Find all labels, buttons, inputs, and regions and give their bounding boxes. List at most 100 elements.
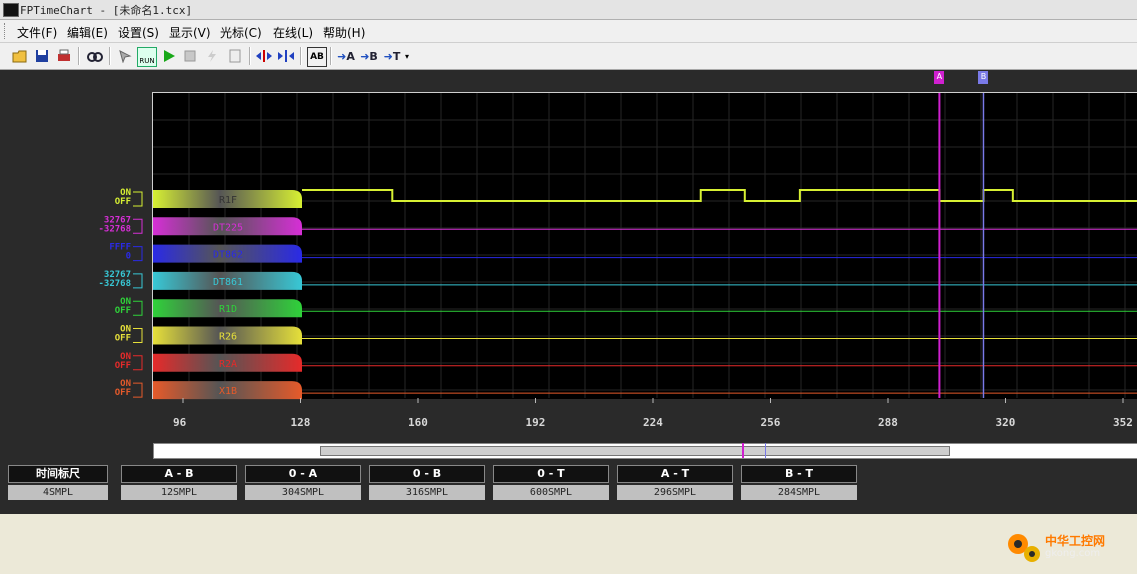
menu-grip [4, 23, 8, 39]
signal-name-dt861: DT861 [213, 277, 243, 288]
gear-icon [1008, 534, 1040, 562]
signal-bottom-label: OFF [115, 361, 131, 371]
pointer-icon[interactable] [116, 47, 134, 65]
status-box: A - B 12SMPL [121, 465, 237, 500]
menu-cursor[interactable]: 光标(C) [220, 24, 262, 41]
status-value: 600SMPL [493, 485, 609, 500]
window-title: FPTimeChart - [未命名1.tcx] [20, 4, 193, 17]
flash-icon[interactable] [203, 47, 221, 65]
ab-label: AB [310, 52, 324, 62]
status-label: 0 - T [493, 465, 609, 483]
signal-scale-bracket [133, 218, 143, 234]
search-icon[interactable] [86, 47, 104, 65]
goto-t-label: T [392, 49, 401, 63]
axis-tick-label: 192 [525, 416, 546, 429]
signal-scale-bracket [133, 246, 143, 262]
menu-help[interactable]: 帮助(H) [323, 24, 365, 41]
toolbar: RUN AB ➜ A ➜ B ➜ T ▾ [0, 43, 1137, 70]
toolbar-separator [249, 47, 251, 65]
save-icon[interactable] [33, 47, 51, 65]
run-label: RUN [139, 57, 155, 65]
status-value: 304SMPL [245, 485, 361, 500]
axis-tick-label: 256 [760, 416, 781, 429]
timechart-svg: R1FONOFFDT22532767-32768DT862FFFF0DT8613… [98, 93, 1137, 403]
toolbar-separator [109, 47, 111, 65]
ab-icon[interactable]: AB [307, 47, 327, 67]
status-box: 0 - B 316SMPL [369, 465, 485, 500]
toolbar-separator [330, 47, 332, 65]
signal-name-x1b: X1B [219, 386, 237, 397]
timechart-panel: R1F ON OFF DT225 32767 -32768 DT862 FFFF 0 DT861 3… [0, 70, 1137, 562]
cursor-right-icon[interactable] [277, 47, 295, 65]
status-label: A - T [617, 465, 733, 483]
run-icon[interactable]: RUN [137, 47, 157, 67]
axis-tick-label: 160 [408, 416, 428, 429]
menu-edit[interactable]: 编辑(E) [67, 24, 108, 41]
logo-line1: 中华工控网 [1045, 534, 1106, 548]
axis-tick-label: 352 [1113, 416, 1133, 429]
menu-online[interactable]: 在线(L) [273, 24, 313, 41]
status-box: 0 - T 600SMPL [493, 465, 609, 500]
app-icon [3, 3, 19, 17]
status-value: 284SMPL [741, 485, 857, 500]
signal-name-r2a: R2A [219, 359, 237, 370]
signal-scale-bracket [133, 382, 143, 398]
signal-name-r26: R26 [219, 332, 237, 343]
signal-scale-bracket [133, 328, 143, 343]
status-value: 12SMPL [121, 485, 237, 500]
play-icon[interactable] [160, 47, 178, 65]
status-box: A - T 296SMPL [617, 465, 733, 500]
goto-a-icon[interactable]: ➜ A [337, 47, 355, 65]
axis-tick-label: 224 [643, 416, 663, 429]
signal-trace-r1f [302, 189, 1137, 202]
cursor-marker-a[interactable]: A [934, 71, 945, 84]
cursor-marker-b[interactable]: B [978, 71, 989, 84]
toolbar-separator [300, 47, 302, 65]
signal-bottom-label: OFF [115, 306, 131, 316]
status-label: 0 - A [245, 465, 361, 483]
axis-tick-label: 320 [995, 416, 1016, 429]
status-value: 296SMPL [617, 485, 733, 500]
menu-view[interactable]: 显示(V) [169, 24, 211, 41]
scrollbar-cursor-a [742, 443, 744, 458]
doc-icon[interactable] [226, 47, 244, 65]
stop-icon[interactable] [181, 47, 199, 65]
signal-scale-bracket [133, 355, 143, 371]
cursor-left-icon[interactable] [255, 47, 273, 65]
signal-name-r1f: R1F [219, 195, 237, 206]
status-box: 时间标尺 4SMPL [8, 465, 108, 500]
open-icon[interactable] [11, 47, 29, 65]
scrollbar-thumb[interactable] [320, 446, 950, 456]
toolbar-separator [78, 47, 80, 65]
goto-b-label: B [369, 49, 378, 63]
print-icon[interactable] [55, 47, 73, 65]
signal-bottom-label: -32768 [98, 279, 131, 289]
axis-tick-label: 128 [290, 416, 311, 429]
goto-b-icon[interactable]: ➜ B [360, 47, 378, 65]
menu-bar: 文件(F) 编辑(E) 设置(S) 显示(V) 光标(C) 在线(L) 帮助(H… [0, 20, 1137, 43]
status-label: A - B [121, 465, 237, 483]
goto-a-label: A [346, 49, 355, 63]
signal-scale-bracket [133, 273, 143, 289]
signal-scale-bracket [133, 300, 143, 316]
logo-line2: gkong.com [1045, 548, 1101, 559]
goto-t-icon[interactable]: ➜ T [383, 47, 401, 65]
status-box: 0 - A 304SMPL [245, 465, 361, 500]
dropdown-icon[interactable]: ▾ [402, 47, 412, 65]
menu-settings[interactable]: 设置(S) [118, 24, 159, 41]
axis-tick-label: 96 [173, 416, 187, 429]
signal-bottom-label: OFF [115, 334, 131, 344]
gkong-logo: 中华工控网 gkong.com [1000, 524, 1130, 574]
menu-file[interactable]: 文件(F) [17, 24, 57, 41]
signal-bottom-label: OFF [115, 197, 131, 207]
status-label: 0 - B [369, 465, 485, 483]
scrollbar-cursor-b [765, 443, 766, 458]
status-box: B - T 284SMPL [741, 465, 857, 500]
title-bar: FPTimeChart - [未命名1.tcx] [0, 0, 1137, 20]
status-value: 316SMPL [369, 485, 485, 500]
status-label: 时间标尺 [8, 465, 108, 483]
status-value: 4SMPL [8, 485, 108, 500]
axis-tick-label: 288 [878, 416, 898, 429]
signal-bottom-label: -32768 [98, 224, 131, 234]
signal-bottom-label: 0 [126, 252, 131, 262]
